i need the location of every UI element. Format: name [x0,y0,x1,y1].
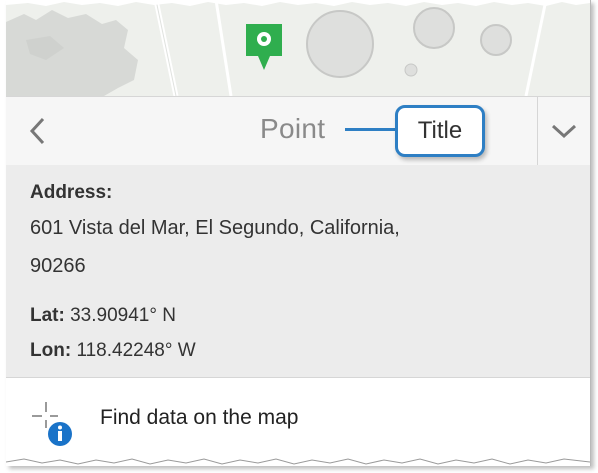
latitude-label: Lat: [30,305,65,326]
callout-label: Title [417,117,463,144]
longitude-row: Lon: 118.42248° W [30,340,196,362]
popup-title: Point [260,113,326,144]
popup-title-bar: Point Title [6,96,590,166]
torn-edge-bottom [6,458,590,466]
address-line-2: 90266 [30,255,86,277]
point-panel: Point Title Address: 601 Vista del Mar, … [6,0,591,466]
map-preview[interactable] [6,0,590,96]
map-background [6,0,590,96]
address-label: Address: [30,182,113,203]
torn-edge-top [6,0,590,6]
location-details: Address: 601 Vista del Mar, El Segundo, … [6,165,590,378]
back-button[interactable] [6,97,70,165]
chevron-down-icon [551,124,577,139]
expand-button[interactable] [537,97,590,165]
longitude-label: Lon: [30,340,72,361]
find-data-label: Find data on the map [100,406,299,429]
map-pin-icon[interactable] [244,22,284,74]
latitude-row: Lat: 33.90941° N [30,305,176,327]
crosshair-info-icon [32,402,72,446]
longitude-value: 118.42248° W [76,340,196,361]
latitude-value: 33.90941° N [70,305,176,326]
find-data-button[interactable]: Find data on the map [6,378,590,466]
callout-connector [345,128,399,131]
address-line-1: 601 Vista del Mar, El Segundo, Californi… [30,217,400,239]
title-callout: Title [395,105,485,157]
chevron-left-icon [29,117,45,145]
